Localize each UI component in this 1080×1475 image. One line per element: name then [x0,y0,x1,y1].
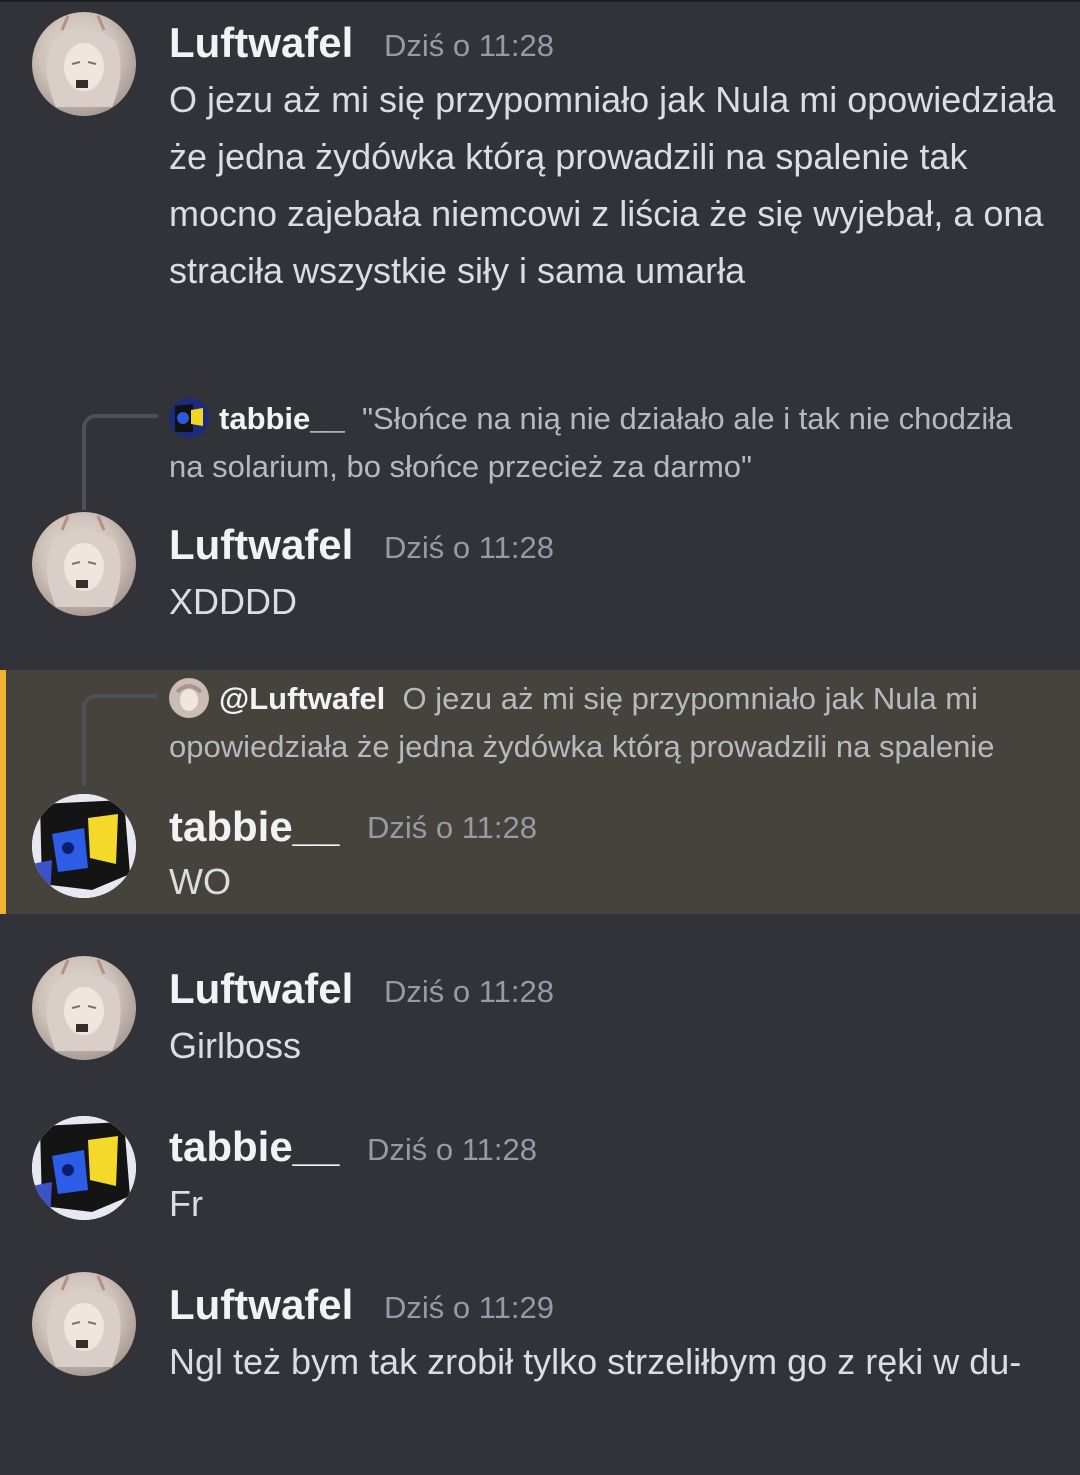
reply-author[interactable]: @Luftwafel [219,681,385,716]
avatar-luftwafel[interactable] [32,512,136,616]
avatar-luftwafel[interactable] [32,1272,136,1376]
avatar-luftwafel[interactable] [32,12,136,116]
avatar-tabbie[interactable] [32,1116,136,1220]
timestamp: Dziś o 11:28 [384,28,555,63]
author-name[interactable]: tabbie__ [169,802,339,852]
message-text: Fr [169,1183,203,1224]
message-text: WO [169,861,231,902]
avatar-tabbie[interactable] [32,794,136,898]
avatar-luftwafel[interactable] [32,956,136,1060]
author-name[interactable]: Luftwafel [169,18,353,68]
author-name[interactable]: tabbie__ [169,1122,339,1172]
message-text: Ngl też bym tak zrobił tylko strzeliłbym… [169,1341,1022,1382]
reply-spine [82,414,158,510]
reply-preview[interactable]: @Luftwafel O jezu aż mi się przypomniało… [169,675,1049,771]
reply-avatar [169,678,209,718]
timestamp: Dziś o 11:28 [367,810,538,845]
message-text: O jezu aż mi się przypomniało jak Nula m… [169,79,1056,291]
reply-spine [82,694,158,786]
timestamp: Dziś o 11:29 [384,1290,555,1325]
reply-author[interactable]: tabbie__ [219,401,345,436]
message-text: XDDDD [169,581,298,622]
author-name[interactable]: Luftwafel [169,964,353,1014]
timestamp: Dziś o 11:28 [384,974,555,1009]
timestamp: Dziś o 11:28 [367,1132,538,1167]
author-name[interactable]: Luftwafel [169,1280,353,1330]
top-divider [0,0,1080,2]
author-name[interactable]: Luftwafel [169,520,353,570]
timestamp: Dziś o 11:28 [384,530,555,565]
reply-preview[interactable]: tabbie__ "Słońce na nią nie działało ale… [169,395,1049,491]
message-text: Girlboss [169,1025,302,1066]
reply-avatar [169,398,209,438]
